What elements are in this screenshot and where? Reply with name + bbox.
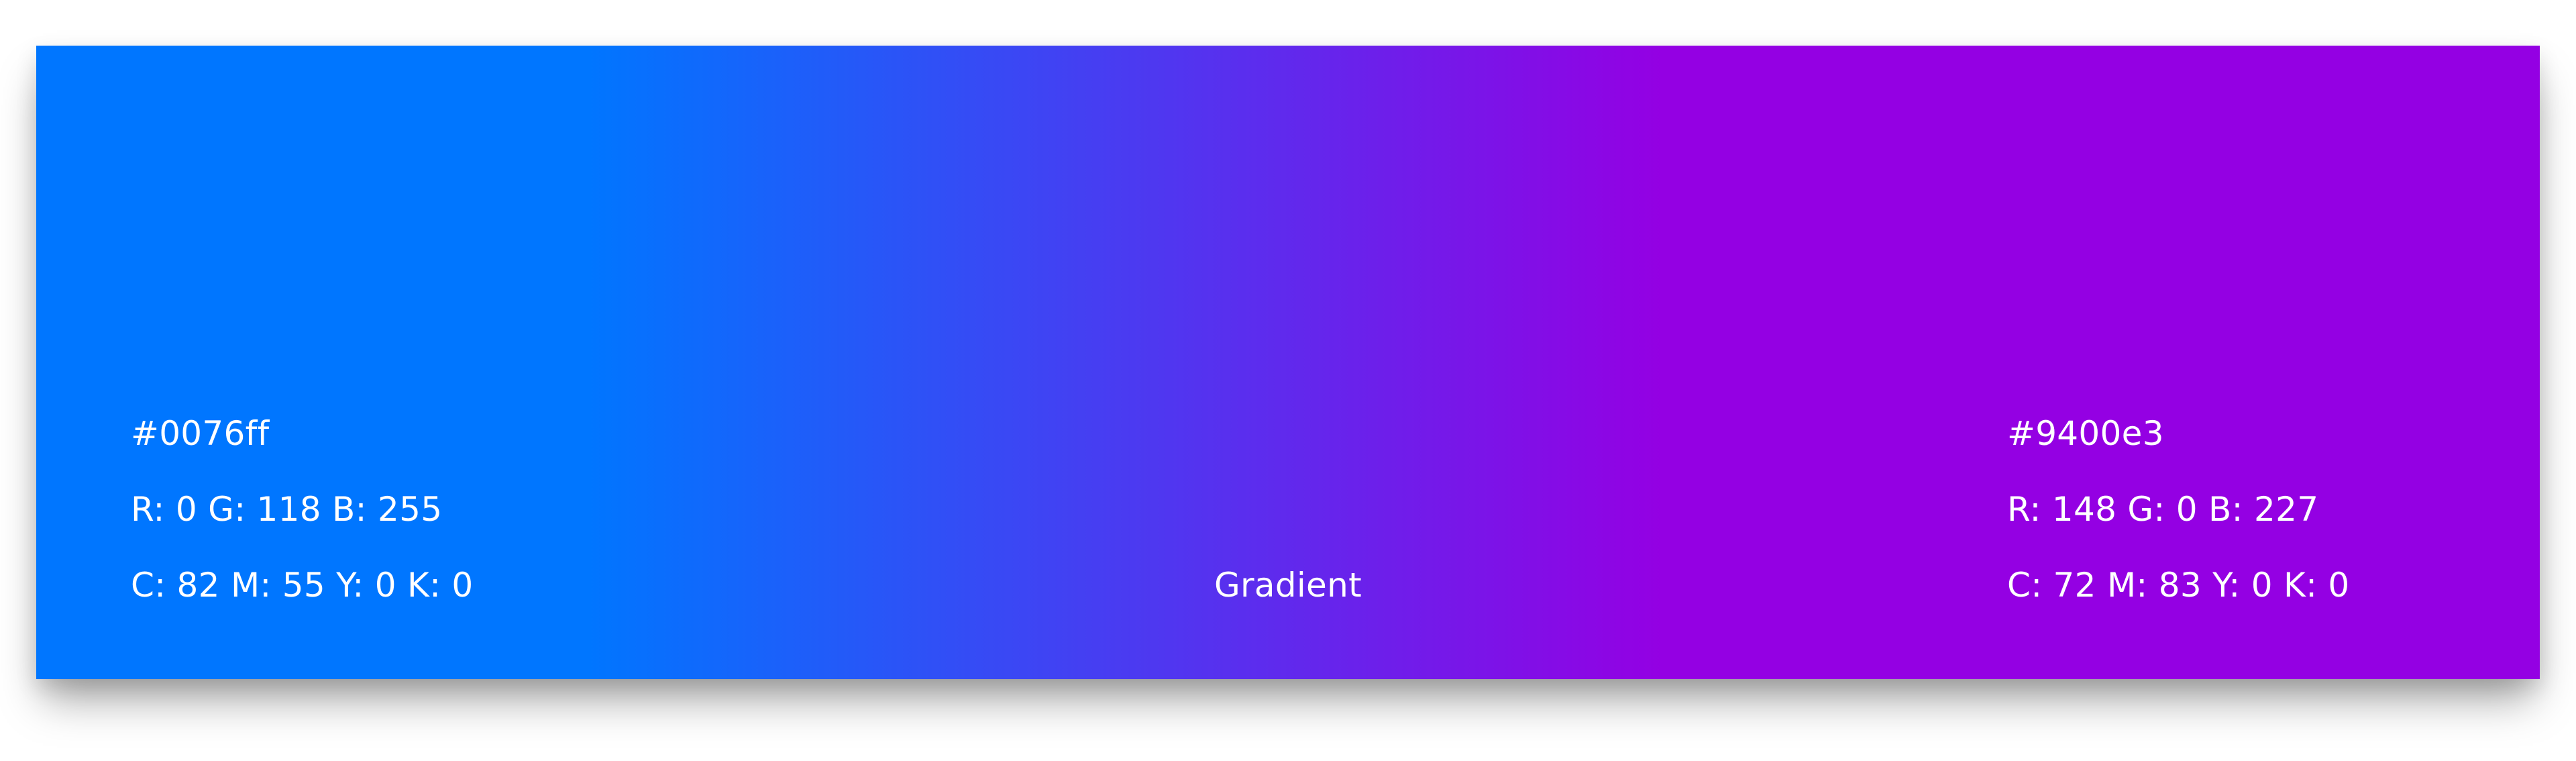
end-color-info: #9400e3 R: 148 G: 0 B: 227 C: 72 M: 83 Y… xyxy=(2007,396,2350,623)
end-color-cmyk: C: 72 M: 83 Y: 0 K: 0 xyxy=(2007,566,2350,605)
end-color-rgb: R: 148 G: 0 B: 227 xyxy=(2007,490,2319,529)
end-color-hex: #9400e3 xyxy=(2007,414,2164,453)
gradient-swatch-card: #0076ff R: 0 G: 118 B: 255 C: 82 M: 55 Y… xyxy=(36,46,2540,679)
start-color-rgb: R: 0 G: 118 B: 255 xyxy=(131,490,443,529)
start-color-hex: #0076ff xyxy=(131,414,270,453)
